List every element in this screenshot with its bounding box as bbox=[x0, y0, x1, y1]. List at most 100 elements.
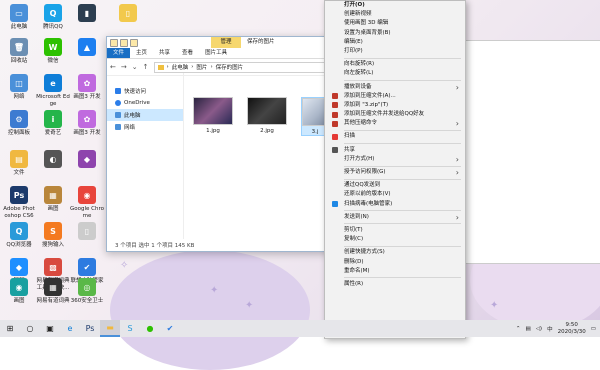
desktop-shortcut[interactable]: Ps Adobe Photoshop CS6 bbox=[2, 186, 36, 219]
tab-home[interactable]: 主页 bbox=[130, 48, 153, 58]
app-icon: ✿ bbox=[78, 74, 96, 92]
desktop-shortcut[interactable]: ▦ 画图 bbox=[36, 186, 70, 213]
address-bar[interactable]: › 此电脑 › 图片 › 保存的图片 bbox=[153, 61, 326, 73]
network-icon[interactable]: ▤ bbox=[525, 326, 530, 332]
desktop-shortcut[interactable]: i 爱奇艺 bbox=[36, 110, 70, 137]
context-menu-item[interactable]: 重命名(M) bbox=[325, 267, 465, 276]
breadcrumb-saved-pictures[interactable]: 保存的图片 bbox=[216, 63, 244, 71]
nav-onedrive[interactable]: OneDrive bbox=[107, 97, 183, 109]
nav-this-pc[interactable]: 此电脑 bbox=[107, 109, 183, 121]
context-menu-item[interactable]: 向左旋转(L) bbox=[325, 69, 465, 78]
taskbar-start-icon[interactable]: ⊞ bbox=[0, 320, 20, 337]
nav-quick-access[interactable]: 快速访问 bbox=[107, 85, 183, 97]
context-menu-item[interactable]: 通过QQ发送到 bbox=[325, 181, 465, 190]
desktop-shortcut[interactable]: ◫ 网络 bbox=[2, 74, 36, 101]
breadcrumb-pictures[interactable]: 图片 bbox=[196, 63, 207, 71]
context-menu-item[interactable]: 还原以前的版本(V) bbox=[325, 190, 465, 199]
desktop-shortcut[interactable]: ◉ 画图 bbox=[2, 278, 36, 305]
status-bar: 3 个项目 选中 1 个项目 145 KB bbox=[115, 243, 195, 249]
context-menu-item[interactable]: 创建快捷方式(S) bbox=[325, 248, 465, 257]
back-arrow-icon[interactable]: ← bbox=[110, 63, 116, 71]
quick-access-toolbar[interactable] bbox=[107, 38, 138, 47]
notification-icon[interactable]: ▭ bbox=[591, 326, 596, 332]
context-menu-item[interactable]: 打开方式(H) bbox=[325, 155, 465, 164]
forward-arrow-icon[interactable]: → bbox=[121, 63, 127, 71]
menu-separator bbox=[344, 165, 461, 167]
taskbar-task-view-icon[interactable]: ▣ bbox=[40, 320, 60, 337]
context-menu-item[interactable]: 属性(R) bbox=[325, 280, 465, 289]
nav-network[interactable]: 网络 bbox=[107, 121, 183, 133]
desktop-shortcut[interactable]: ◐ bbox=[36, 150, 70, 170]
taskbar-security-icon[interactable]: ✔ bbox=[160, 320, 180, 337]
desktop-shortcut[interactable]: ◉ Google Chrome bbox=[70, 186, 104, 219]
volume-icon[interactable]: ◁) bbox=[536, 326, 542, 332]
context-menu-item[interactable]: 编辑(E) bbox=[325, 38, 465, 47]
context-menu-item[interactable]: 复制(C) bbox=[325, 235, 465, 244]
desktop-shortcut[interactable]: ▯ bbox=[111, 4, 145, 24]
context-menu-item[interactable]: 添加到 "3.zip"(T) bbox=[325, 101, 465, 110]
context-menu-item[interactable]: 扫描病毒(电脑管家) bbox=[325, 200, 465, 209]
input-method-indicator[interactable]: 中 bbox=[547, 325, 553, 333]
desktop-shortcut[interactable]: ▤ 文件 bbox=[2, 150, 36, 177]
taskbar-wechat-icon[interactable]: ● bbox=[140, 320, 160, 337]
desktop-shortcut[interactable]: W 微信 bbox=[36, 38, 70, 65]
desktop-shortcut[interactable]: ▭ 此电脑 bbox=[2, 4, 36, 31]
context-menu-item[interactable]: 向右旋转(R) bbox=[325, 60, 465, 69]
clock[interactable]: 9:50 2020/3/30 bbox=[558, 322, 586, 336]
chevron-down-icon[interactable]: ⌄ bbox=[132, 63, 138, 71]
file-item[interactable]: 2.jpg bbox=[247, 97, 287, 134]
taskbar-explorer-icon[interactable]: ▬ bbox=[100, 320, 120, 337]
context-menu-item[interactable]: 打印(P) bbox=[325, 47, 465, 56]
app-icon: ▮ bbox=[78, 4, 96, 22]
computer-icon bbox=[115, 112, 121, 118]
app-icon: ✔ bbox=[78, 258, 96, 276]
desktop-shortcut[interactable]: 🗑 回收站 bbox=[2, 38, 36, 65]
desktop-shortcut[interactable]: ▯ bbox=[70, 222, 104, 242]
file-item[interactable]: 1.jpg bbox=[193, 97, 233, 134]
chevron-up-icon[interactable]: ⌃ bbox=[516, 326, 521, 332]
manage-tab[interactable]: 管理 bbox=[211, 37, 241, 48]
desktop-shortcut[interactable]: ◆ bbox=[70, 150, 104, 170]
sparkle-decoration: ✧ bbox=[120, 260, 129, 271]
desktop-shortcut[interactable]: ✿ 画图3 开发 bbox=[70, 110, 104, 137]
context-menu-item[interactable]: 播放到设备 bbox=[325, 83, 465, 92]
context-menu-item[interactable]: 设置为桌面背景(B) bbox=[325, 29, 465, 38]
tab-picture-tools[interactable]: 图片工具 bbox=[199, 48, 233, 58]
tab-file[interactable]: 文件 bbox=[107, 48, 131, 58]
desktop-shortcut[interactable]: e Microsoft Edge bbox=[36, 74, 70, 107]
taskbar-photoshop-icon[interactable]: Ps bbox=[80, 320, 100, 337]
desktop-shortcut[interactable]: Q QQ浏览器 bbox=[2, 222, 36, 249]
context-menu-item[interactable]: 其他压缩命令 bbox=[325, 119, 465, 129]
breadcrumb-this-pc[interactable]: 此电脑 bbox=[172, 63, 189, 71]
taskbar-search-icon[interactable]: ○ bbox=[20, 320, 40, 337]
desktop-shortcut[interactable]: ⚙ 控制面板 bbox=[2, 110, 36, 137]
context-menu-item[interactable]: 添加到压缩文件并发送给QQ好友 bbox=[325, 110, 465, 119]
taskbar-sogou-icon[interactable]: S bbox=[120, 320, 140, 337]
context-menu-item[interactable]: 扫描 bbox=[325, 132, 465, 141]
tab-share[interactable]: 共享 bbox=[153, 48, 176, 58]
context-menu-item[interactable]: 共享 bbox=[325, 146, 465, 155]
explorer-titlebar[interactable]: 管理 保存的图片 bbox=[107, 37, 329, 48]
context-menu-item[interactable]: 发送到(N) bbox=[325, 213, 465, 222]
tab-view[interactable]: 查看 bbox=[176, 48, 199, 58]
desktop-shortcut[interactable]: ◎ 360安全卫士 bbox=[70, 278, 104, 305]
breadcrumb-separator-icon: › bbox=[166, 64, 169, 70]
context-menu-item[interactable]: 打开(O) bbox=[325, 1, 465, 10]
desktop-shortcut[interactable]: Q 腾讯QQ bbox=[36, 4, 70, 31]
context-menu-item[interactable]: 删除(D) bbox=[325, 258, 465, 267]
navigation-pane: 快速访问 OneDrive 此电脑 网络 bbox=[107, 73, 184, 239]
file-explorer-window[interactable]: 管理 保存的图片 文件 主页 共享 查看 图片工具 ← → ⌄ ↑ › 此电脑 … bbox=[106, 36, 330, 252]
context-menu-item[interactable]: 添加到压缩文件(A)... bbox=[325, 92, 465, 101]
up-arrow-icon[interactable]: ↑ bbox=[143, 63, 149, 71]
desktop-shortcut[interactable]: ✿ 画图3 开发 bbox=[70, 74, 104, 101]
context-menu-item[interactable]: 创建新视频 bbox=[325, 10, 465, 19]
context-menu-item[interactable]: 剪切(T) bbox=[325, 226, 465, 235]
context-menu-item[interactable]: 授予访问权限(G) bbox=[325, 168, 465, 177]
desktop-shortcut[interactable]: ▦ 网易有道词典 bbox=[36, 278, 70, 305]
context-menu-item[interactable]: 使用画图 3D 编辑 bbox=[325, 19, 465, 28]
background-window[interactable] bbox=[462, 40, 600, 264]
taskbar-edge-icon[interactable]: e bbox=[60, 320, 80, 337]
desktop-shortcut[interactable]: ▮ bbox=[70, 4, 104, 24]
desktop-shortcut[interactable]: S 搜狗输入 bbox=[36, 222, 70, 249]
desktop-shortcut[interactable]: ▲ bbox=[70, 38, 104, 58]
